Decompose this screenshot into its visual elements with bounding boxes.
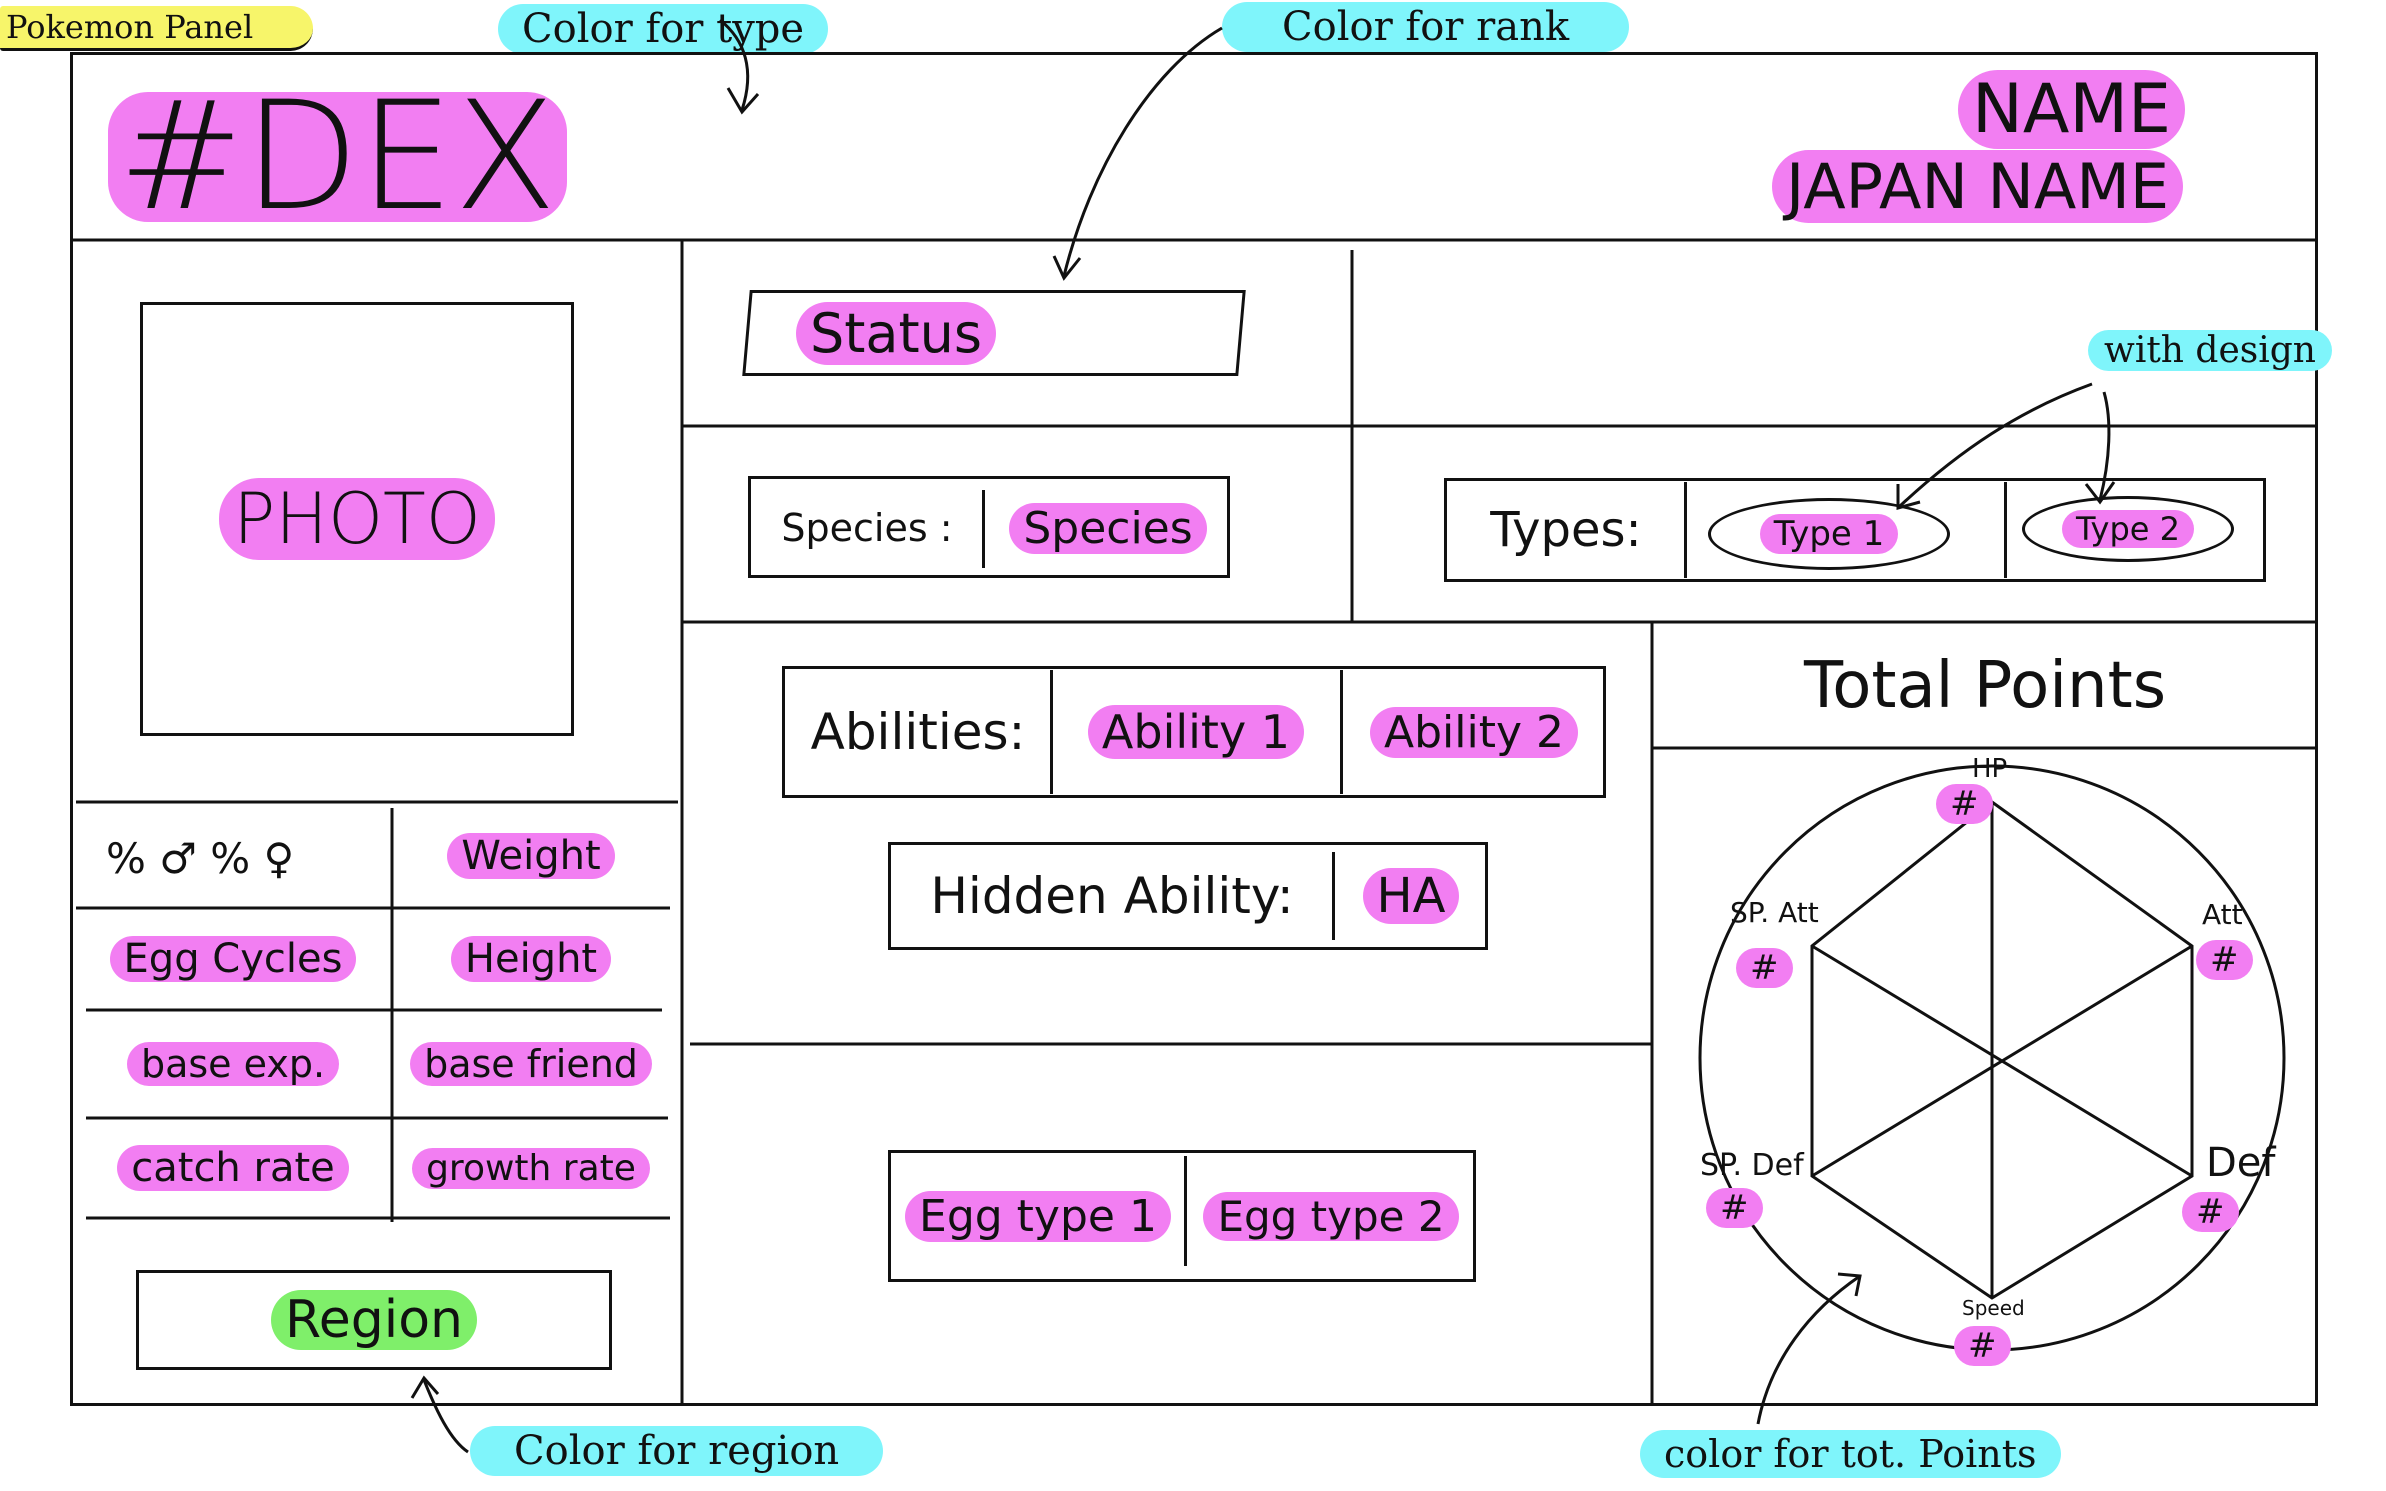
stat-sp-def-label: SP. Def — [1700, 1148, 1804, 1183]
egg-type-1: Egg type 1 — [892, 1154, 1184, 1278]
ability-1: Ability 1 — [1054, 670, 1338, 794]
stat-sp-atk-value: # — [1736, 948, 1793, 988]
region-label: Region — [270, 1290, 477, 1350]
photo-placeholder: PHOTO — [219, 478, 495, 560]
types-divider-1 — [1684, 482, 1687, 578]
base-friend-cell: base friend — [392, 1012, 670, 1116]
stat-sp-def-value: # — [1706, 1188, 1763, 1228]
with-design-note: with design — [2088, 330, 2332, 371]
total-points-title: Total Points — [1803, 649, 2167, 723]
gender-ratio: % ♂ % ♀ — [106, 834, 295, 883]
hidden-ability-label: Hidden Ability: — [930, 867, 1294, 925]
height-cell: Height — [392, 910, 670, 1008]
egg-cycles-cell: Egg Cycles — [76, 910, 390, 1008]
stat-hp-value: # — [1936, 784, 1993, 824]
stat-speed-label: Speed — [1962, 1296, 2025, 1320]
hidden-ability-divider — [1332, 852, 1335, 940]
stat-def-label: Def — [2206, 1140, 2276, 1186]
egg-type-2: Egg type 2 — [1188, 1154, 1474, 1278]
base-exp-cell: base exp. — [76, 1012, 390, 1116]
egg-types-divider — [1184, 1156, 1187, 1266]
stat-atk-label: Att — [2202, 898, 2243, 931]
type-2-badge: Type 2 — [2022, 496, 2234, 562]
weight-cell: Weight — [392, 806, 670, 906]
abilities-divider-2 — [1340, 670, 1343, 794]
types-label: Types: — [1490, 502, 1642, 558]
species-divider — [982, 490, 985, 568]
growth-rate-cell: growth rate — [392, 1120, 670, 1216]
ability-2: Ability 2 — [1344, 670, 1604, 794]
stat-atk-value: # — [2196, 940, 2253, 980]
stat-sp-atk-label: SP. Att — [1730, 896, 1819, 929]
region-box: Region — [136, 1270, 612, 1370]
stat-hp-label: HP — [1972, 754, 2008, 784]
type-1-badge: Type 1 — [1708, 498, 1950, 570]
species-value: Species — [988, 480, 1228, 576]
photo-frame: PHOTO — [140, 302, 574, 736]
abilities-label: Abilities: — [810, 703, 1026, 761]
catch-rate-cell: catch rate — [76, 1120, 390, 1216]
abilities-divider-1 — [1050, 670, 1053, 794]
hidden-ability-value: HA — [1336, 846, 1486, 946]
region-color-note: Color for region — [470, 1426, 884, 1476]
species-label: Species : — [781, 506, 953, 550]
stat-speed-value: # — [1954, 1326, 2011, 1366]
stat-def-value: # — [2182, 1192, 2239, 1232]
status-label: Status — [746, 290, 1046, 376]
total-points-color-note: color for tot. Points — [1640, 1430, 2061, 1478]
types-divider-2 — [2004, 482, 2007, 578]
